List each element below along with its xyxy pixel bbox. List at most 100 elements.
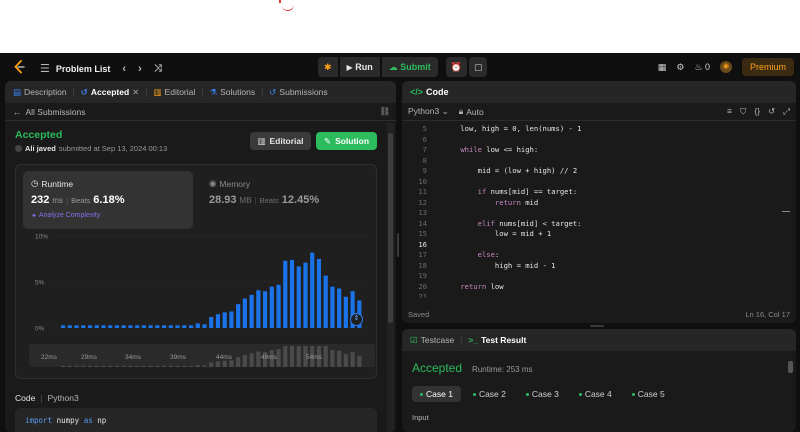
tab-testcase[interactable]: ☑ Testcase xyxy=(410,335,454,346)
runtime-bar[interactable] xyxy=(61,325,66,328)
tab-code[interactable]: </> Code xyxy=(410,87,449,97)
editorial-button[interactable]: ▥ Editorial xyxy=(250,132,311,150)
runtime-bar[interactable] xyxy=(236,304,241,328)
code-line[interactable]: 20 return low xyxy=(402,282,787,293)
case-tab-4[interactable]: Case 4 xyxy=(571,386,620,402)
tab-solutions[interactable]: ⚗ Solutions xyxy=(209,87,255,98)
runtime-bar[interactable] xyxy=(269,286,274,328)
next-problem-icon[interactable]: › xyxy=(138,63,142,75)
runtime-bar[interactable] xyxy=(141,325,146,328)
prev-problem-icon[interactable]: ‹ xyxy=(122,63,126,75)
tab-editorial[interactable]: ▥ Editorial xyxy=(154,87,196,98)
braces-icon[interactable]: {} xyxy=(754,106,760,117)
arrow-left-icon[interactable]: ← xyxy=(13,107,22,117)
case-tab-1[interactable]: Case 1 xyxy=(412,386,461,402)
code-editor[interactable]: 5 low, high = 0, len(nums) - 167 while l… xyxy=(402,124,787,298)
runtime-bar[interactable] xyxy=(289,259,295,328)
tab-description[interactable]: ▤ Description xyxy=(13,87,67,98)
runtime-bar[interactable] xyxy=(94,325,99,328)
runtime-bar[interactable] xyxy=(168,325,173,328)
case-tab-3[interactable]: Case 3 xyxy=(518,386,567,402)
runtime-bar[interactable] xyxy=(182,325,187,328)
code-line[interactable]: 16 xyxy=(402,240,787,251)
code-line[interactable]: 6 xyxy=(402,135,787,146)
runtime-bar[interactable] xyxy=(188,325,194,328)
runtime-bar[interactable] xyxy=(101,325,106,328)
runtime-bar[interactable] xyxy=(249,294,254,328)
runtime-bar[interactable] xyxy=(67,325,72,328)
runtime-bar[interactable] xyxy=(242,298,247,328)
analyze-complexity-link[interactable]: ✦ Analyze Complexity xyxy=(31,212,100,220)
alarm-icon[interactable]: ⏰ xyxy=(445,57,467,77)
runtime-bar[interactable] xyxy=(330,286,335,328)
link-icon[interactable]: ⛓ xyxy=(379,106,390,117)
runtime-bar[interactable] xyxy=(263,291,268,328)
submit-button[interactable]: ☁ Submit xyxy=(381,57,438,77)
reset-icon[interactable]: ↺ xyxy=(768,106,775,117)
code-line[interactable]: 14 elif nums[mid] < target: xyxy=(402,219,787,230)
code-line[interactable]: 12 return mid xyxy=(402,198,787,209)
code-line[interactable]: 9 mid = (low + high) // 2 xyxy=(402,166,787,177)
user-position-marker-icon[interactable]: ⇕ xyxy=(350,313,363,326)
format-icon[interactable]: ≡ xyxy=(727,106,732,117)
runtime-bar[interactable] xyxy=(283,260,288,328)
runtime-bar[interactable] xyxy=(229,311,234,328)
code-line[interactable]: 21 xyxy=(402,292,787,298)
tab-test-result[interactable]: >_ Test Result xyxy=(468,335,526,345)
runtime-bar[interactable] xyxy=(135,325,140,328)
code-line[interactable]: 5 low, high = 0, len(nums) - 1 xyxy=(402,124,787,135)
run-button[interactable]: ▶ Run xyxy=(339,57,380,77)
all-submissions-link[interactable]: All Submissions xyxy=(26,107,86,117)
code-line[interactable]: 10 xyxy=(402,177,787,188)
runtime-bar[interactable] xyxy=(215,314,221,328)
runtime-bar[interactable] xyxy=(121,325,126,328)
panel-resize-handle[interactable] xyxy=(590,325,604,327)
runtime-bar[interactable] xyxy=(276,284,281,328)
code-line[interactable]: 13 xyxy=(402,208,787,219)
mode-label[interactable]: Auto xyxy=(466,107,484,117)
runtime-bar[interactable] xyxy=(323,275,328,328)
runtime-bar[interactable] xyxy=(81,325,86,328)
code-line[interactable]: 7 while low <= high: xyxy=(402,145,787,156)
code-line[interactable]: 17 else: xyxy=(402,250,787,261)
code-line[interactable]: 15 low = mid + 1 xyxy=(402,229,787,240)
editor-scrollbar[interactable] xyxy=(782,123,790,298)
runtime-bar[interactable] xyxy=(343,296,348,328)
runtime-bar[interactable] xyxy=(114,325,120,328)
left-scrollbar-thumb[interactable] xyxy=(388,133,393,323)
language-select[interactable]: Python3 ⌄ xyxy=(408,106,449,117)
case-tab-5[interactable]: Case 5 xyxy=(624,386,673,402)
premium-button[interactable]: Premium xyxy=(741,58,794,76)
runtime-bar[interactable] xyxy=(222,312,227,328)
runtime-bar[interactable] xyxy=(74,325,79,328)
author-name[interactable]: Ali javed xyxy=(25,144,56,153)
runtime-bar[interactable] xyxy=(303,262,308,328)
streak-fire-icon[interactable]: ♨ 0 xyxy=(694,62,710,73)
tab-submissions[interactable]: ↺ Submissions xyxy=(269,87,327,98)
runtime-bar[interactable] xyxy=(209,316,214,328)
runtime-bar[interactable] xyxy=(256,290,261,328)
runtime-bar[interactable] xyxy=(128,325,133,328)
runtime-bar[interactable] xyxy=(175,325,180,328)
runtime-bar[interactable] xyxy=(310,252,315,328)
runtime-card[interactable]: ◷ Runtime 232 ms | Beats 6.18% ✦ Analyze C… xyxy=(23,171,193,229)
expand-icon[interactable]: ⤢ xyxy=(783,106,790,117)
avatar[interactable]: ◉ xyxy=(719,61,732,73)
runtime-bar[interactable] xyxy=(162,325,167,328)
bookmark-icon[interactable]: ⛉ xyxy=(740,106,746,117)
runtime-bar[interactable] xyxy=(202,324,207,328)
code-line[interactable]: 8 xyxy=(402,156,787,167)
result-scrollbar[interactable] xyxy=(787,353,794,432)
code-line[interactable]: 11 if nums[mid] == target: xyxy=(402,187,787,198)
debug-icon[interactable]: ✱ xyxy=(318,57,338,77)
case-tab-2[interactable]: Case 2 xyxy=(465,386,514,402)
solution-button[interactable]: ✎ Solution xyxy=(316,132,377,150)
runtime-bar[interactable] xyxy=(155,325,160,328)
runtime-bar[interactable] xyxy=(316,259,322,328)
close-icon[interactable]: ✕ xyxy=(132,87,139,98)
settings-gear-icon[interactable]: ⚙ xyxy=(676,62,684,73)
runtime-bar[interactable] xyxy=(108,325,113,328)
runtime-bar[interactable] xyxy=(148,325,153,328)
left-scrollbar-track[interactable] xyxy=(387,123,394,432)
runtime-bar[interactable] xyxy=(296,266,301,328)
